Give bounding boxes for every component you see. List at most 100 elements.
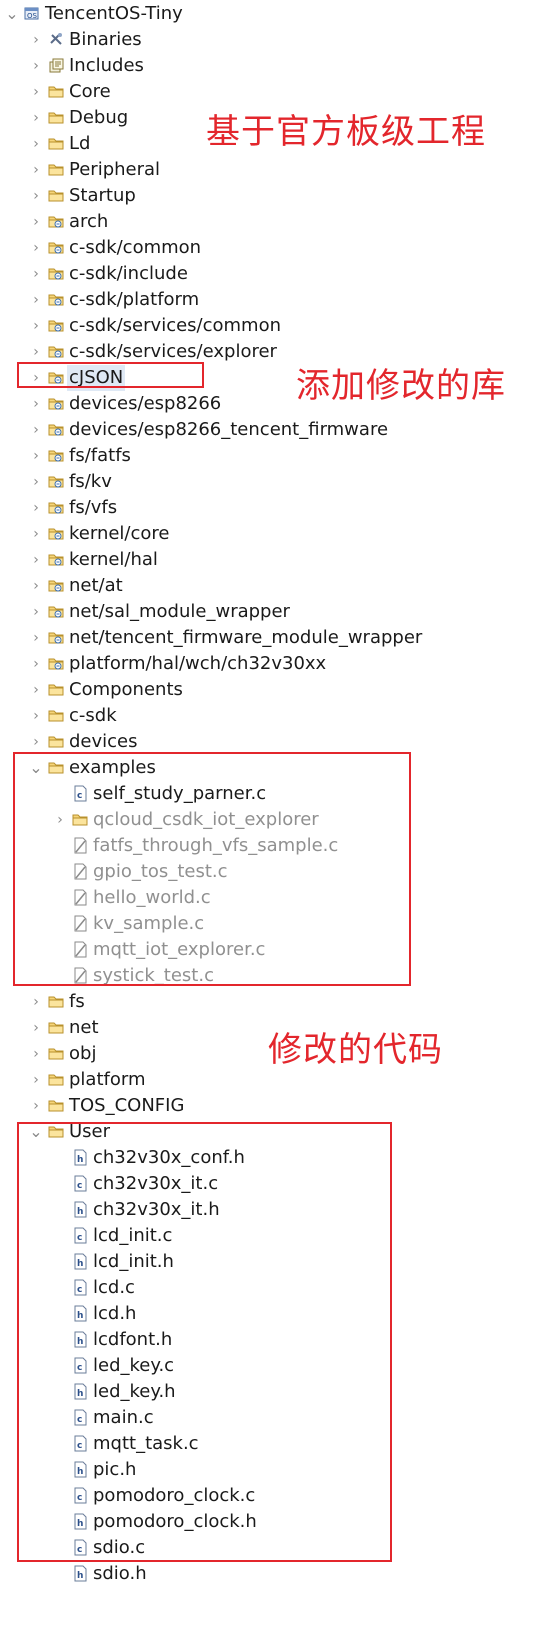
folder-icon xyxy=(48,161,65,178)
binaries-icon xyxy=(48,31,65,48)
linked-folder-icon xyxy=(48,629,65,646)
linked-folder-icon xyxy=(48,525,65,542)
tree-item-includes-label: Includes xyxy=(69,55,144,76)
folder-icon xyxy=(48,1019,65,1036)
tree-folder-label: Core xyxy=(69,81,111,102)
chevron-right-icon[interactable]: › xyxy=(28,79,44,105)
chevron-right-icon[interactable]: › xyxy=(28,1041,44,1067)
folder-icon xyxy=(48,135,65,152)
chevron-right-icon[interactable]: › xyxy=(28,131,44,157)
chevron-right-icon[interactable]: › xyxy=(28,599,44,625)
tree-file-label: sdio.h xyxy=(93,1563,147,1584)
tree-project-root-label: TencentOS-Tiny xyxy=(45,3,183,24)
linked-folder-icon xyxy=(48,551,65,568)
linked-folder-icon xyxy=(48,447,65,464)
tree-folder-label: Startup xyxy=(69,185,136,206)
linked-folder-icon xyxy=(48,395,65,412)
chevron-right-icon[interactable]: › xyxy=(28,313,44,339)
folder-icon xyxy=(48,733,65,750)
chevron-right-icon[interactable]: › xyxy=(28,1067,44,1093)
linked-folder-icon xyxy=(48,499,65,516)
tree-linked-folder-label: net/tencent_firmware_module_wrapper xyxy=(69,627,423,648)
tree-linked-folder-label: c-sdk/common xyxy=(69,237,202,258)
tree-linked-folder-label: kernel/core xyxy=(69,523,170,544)
header-file-icon: h xyxy=(72,1565,89,1582)
chevron-right-icon[interactable]: › xyxy=(28,989,44,1015)
chevron-right-icon[interactable]: › xyxy=(28,417,44,443)
chevron-right-icon[interactable]: › xyxy=(28,651,44,677)
chevron-right-icon[interactable]: › xyxy=(28,677,44,703)
folder-icon xyxy=(48,109,65,126)
chevron-right-icon[interactable]: › xyxy=(28,209,44,235)
tree-item-binaries-label: Binaries xyxy=(69,29,142,50)
linked-folder-icon xyxy=(48,577,65,594)
highlight-box-cjson xyxy=(17,362,204,388)
folder-icon xyxy=(48,707,65,724)
folder-icon xyxy=(48,187,65,204)
chevron-right-icon[interactable]: › xyxy=(28,183,44,209)
tree-folder-label: platform xyxy=(69,1069,146,1090)
chevron-right-icon[interactable]: › xyxy=(28,703,44,729)
tree-folder-label: Components xyxy=(69,679,183,700)
linked-folder-icon xyxy=(48,421,65,438)
folder-icon xyxy=(48,993,65,1010)
linked-folder-icon xyxy=(48,213,65,230)
tree-folder-label: TOS_CONFIG xyxy=(69,1095,185,1116)
linked-folder-icon xyxy=(48,343,65,360)
linked-folder-icon xyxy=(48,265,65,282)
tree-linked-folder-label: fs/kv xyxy=(69,471,112,492)
chevron-right-icon[interactable]: › xyxy=(28,625,44,651)
highlight-box-user xyxy=(17,1122,392,1562)
chevron-right-icon[interactable]: › xyxy=(28,495,44,521)
chevron-right-icon[interactable]: › xyxy=(28,1093,44,1119)
svg-text:h: h xyxy=(77,1571,83,1581)
chevron-right-icon[interactable]: › xyxy=(28,521,44,547)
tree-linked-folder-label: c-sdk/include xyxy=(69,263,188,284)
linked-folder-icon xyxy=(48,239,65,256)
annotation-modified-code: 修改的代码 xyxy=(268,1030,443,1070)
tree-linked-folder-label: fs/vfs xyxy=(69,497,118,518)
chevron-right-icon[interactable]: › xyxy=(28,105,44,131)
linked-folder-icon xyxy=(48,317,65,334)
tree-linked-folder-label: c-sdk/platform xyxy=(69,289,200,310)
tree-folder-label: fs xyxy=(69,991,85,1012)
project-icon: OS xyxy=(24,5,41,22)
tree-linked-folder-label: platform/hal/wch/ch32v30xx xyxy=(69,653,327,674)
tree-folder-label: Debug xyxy=(69,107,129,128)
chevron-right-icon[interactable]: › xyxy=(28,547,44,573)
tree-folder-label: c-sdk xyxy=(69,705,117,726)
annotation-modified-lib: 添加修改的库 xyxy=(296,366,506,406)
chevron-right-icon[interactable]: › xyxy=(28,1015,44,1041)
tree-linked-folder-label: fs/fatfs xyxy=(69,445,131,466)
chevron-right-icon[interactable]: › xyxy=(28,27,44,53)
chevron-right-icon[interactable]: › xyxy=(28,157,44,183)
linked-folder-icon xyxy=(48,473,65,490)
svg-text:OS: OS xyxy=(27,12,38,20)
includes-icon xyxy=(48,57,65,74)
chevron-right-icon[interactable]: › xyxy=(28,235,44,261)
folder-icon xyxy=(48,83,65,100)
linked-folder-icon xyxy=(48,655,65,672)
chevron-right-icon[interactable]: › xyxy=(28,573,44,599)
tree-folder-label: obj xyxy=(69,1043,97,1064)
tree-linked-folder-label: c-sdk/services/common xyxy=(69,315,282,336)
linked-folder-icon xyxy=(48,603,65,620)
tree-linked-folder-label: devices/esp8266_tencent_firmware xyxy=(69,419,389,440)
folder-icon xyxy=(48,1045,65,1062)
chevron-right-icon[interactable]: › xyxy=(28,53,44,79)
chevron-right-icon[interactable]: › xyxy=(28,443,44,469)
chevron-down-icon[interactable]: ⌄ xyxy=(4,1,20,27)
chevron-right-icon[interactable]: › xyxy=(28,391,44,417)
chevron-right-icon[interactable]: › xyxy=(28,469,44,495)
chevron-right-icon[interactable]: › xyxy=(28,261,44,287)
tree-linked-folder-label: kernel/hal xyxy=(69,549,158,570)
tree-linked-folder-label: arch xyxy=(69,211,109,232)
tree-folder-label: Ld xyxy=(69,133,91,154)
chevron-right-icon[interactable]: › xyxy=(28,287,44,313)
annotation-board-project: 基于官方板级工程 xyxy=(206,112,486,152)
linked-folder-icon xyxy=(48,291,65,308)
folder-icon xyxy=(48,1097,65,1114)
folder-icon xyxy=(48,1071,65,1088)
tree-linked-folder-label: devices/esp8266 xyxy=(69,393,222,414)
tree-linked-folder-label: net/sal_module_wrapper xyxy=(69,601,290,622)
